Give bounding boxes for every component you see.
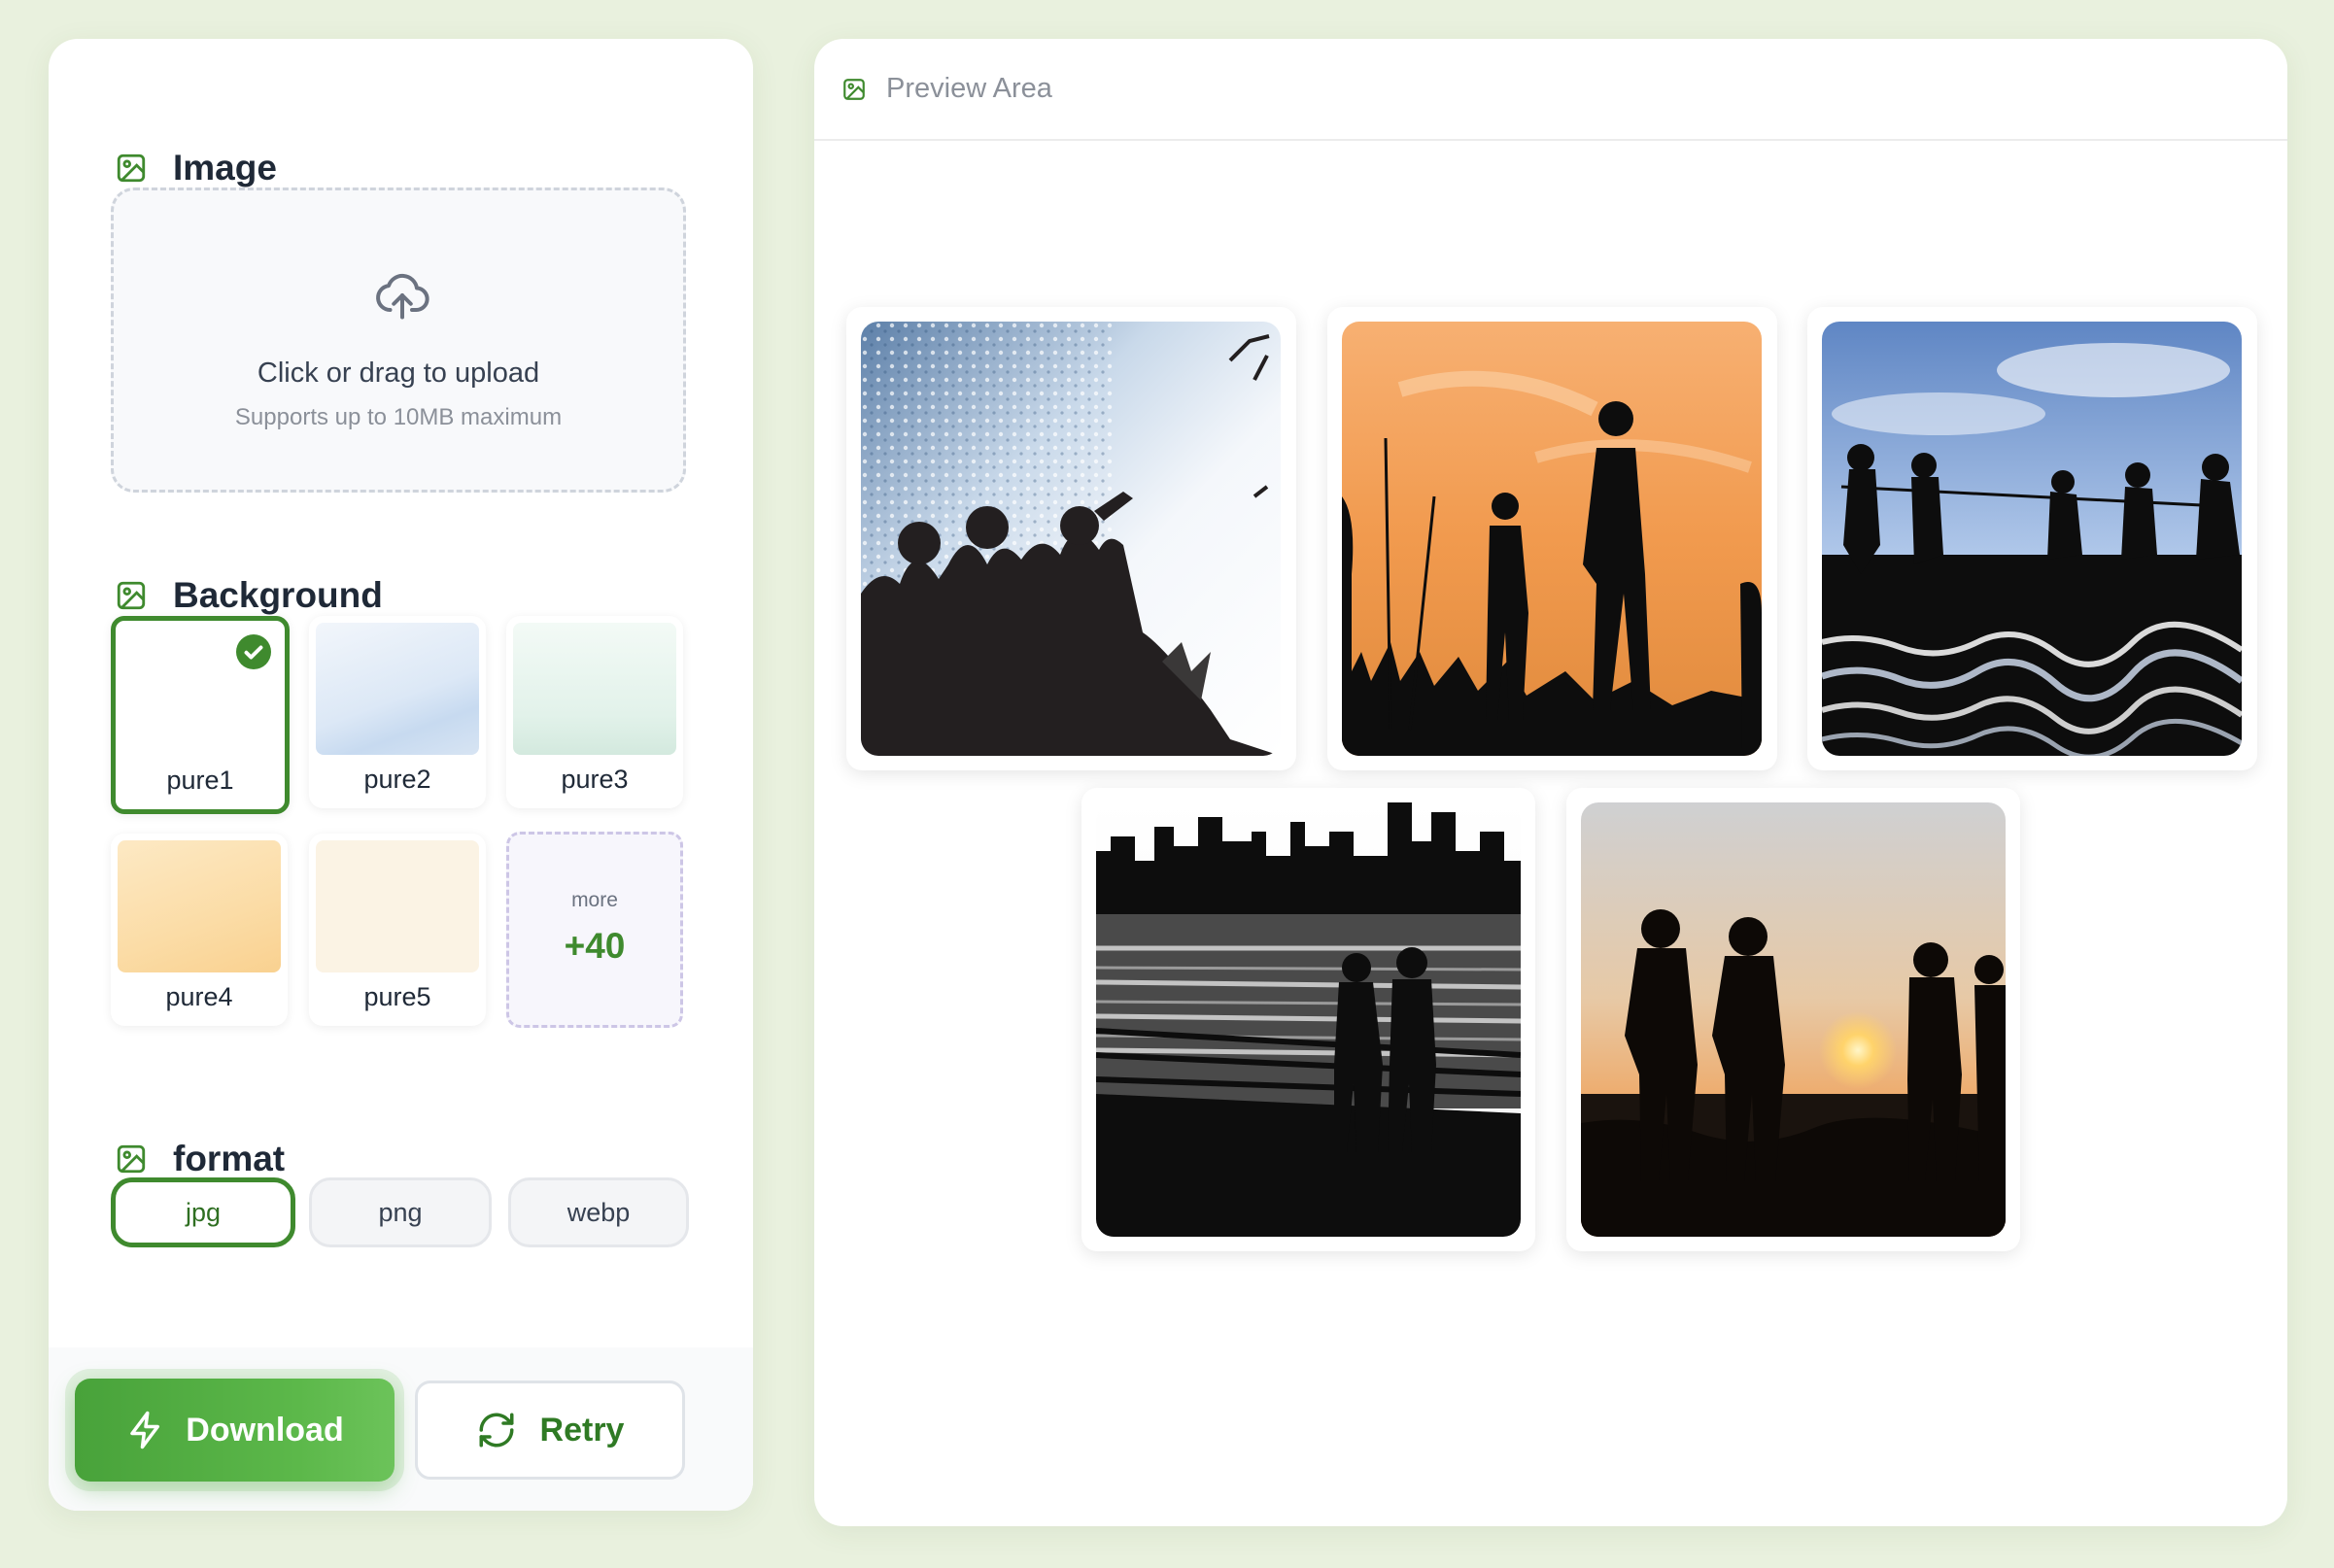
background-option-label: pure2	[363, 765, 431, 794]
download-button[interactable]: Download	[75, 1379, 395, 1482]
background-swatch	[316, 623, 479, 755]
preview-image	[1581, 802, 2006, 1237]
more-count: +40	[564, 926, 626, 966]
background-swatch	[513, 623, 676, 755]
more-label: more	[571, 889, 618, 911]
background-option-label: pure4	[165, 982, 233, 1011]
preview-image-card[interactable]	[846, 307, 1296, 770]
retry-label: Retry	[539, 1411, 625, 1449]
image-icon	[843, 78, 865, 100]
preview-image	[1822, 322, 2242, 756]
background-option-pure4[interactable]: pure4	[111, 834, 288, 1026]
check-icon	[236, 634, 271, 669]
action-bar: Download Retry	[49, 1347, 753, 1511]
format-option-png[interactable]: png	[309, 1177, 492, 1247]
background-option-pure1[interactable]: pure1	[111, 616, 290, 814]
format-option-jpg[interactable]: jpg	[111, 1177, 295, 1247]
lightning-icon	[130, 1411, 160, 1449]
format-section-header: format	[115, 1139, 285, 1179]
upload-dropzone[interactable]: Click or drag to upload Supports up to 1…	[111, 187, 686, 493]
preview-image	[861, 322, 1281, 756]
refresh-icon	[479, 1413, 514, 1448]
upload-limit: Supports up to 10MB maximum	[234, 404, 563, 430]
background-swatch	[118, 840, 281, 972]
preview-image	[1096, 802, 1521, 1237]
preview-image-card[interactable]	[1327, 307, 1777, 770]
settings-panel: Image Click or drag to upload Supports u…	[49, 39, 753, 1511]
retry-button[interactable]: Retry	[415, 1381, 685, 1480]
download-label: Download	[186, 1411, 344, 1449]
format-option-webp[interactable]: webp	[508, 1177, 689, 1247]
background-section-header: Background	[115, 575, 383, 616]
preview-image-card[interactable]	[1566, 788, 2020, 1251]
image-icon	[117, 581, 146, 610]
image-icon	[117, 1144, 146, 1174]
format-section-title: format	[173, 1139, 286, 1178]
preview-panel: Preview Area	[814, 39, 2287, 1526]
background-option-label: pure3	[561, 765, 629, 794]
preview-header: Preview Area	[814, 39, 2287, 141]
background-option-label: pure1	[166, 766, 234, 795]
background-option-pure2[interactable]: pure2	[309, 616, 486, 808]
image-section-header: Image	[115, 148, 277, 188]
preview-title: Preview Area	[886, 73, 1052, 104]
background-option-pure3[interactable]: pure3	[506, 616, 683, 808]
image-icon	[117, 153, 146, 183]
background-option-pure5[interactable]: pure5	[309, 834, 486, 1026]
upload-prompt: Click or drag to upload	[257, 358, 540, 389]
background-section-title: Background	[173, 575, 383, 615]
preview-image-card[interactable]	[1081, 788, 1535, 1251]
cloud-upload-icon	[376, 273, 429, 320]
image-section-title: Image	[173, 148, 277, 187]
background-swatch	[316, 840, 479, 972]
preview-image-card[interactable]	[1807, 307, 2257, 770]
preview-image	[1342, 322, 1762, 756]
more-backgrounds-button[interactable]: more +40	[506, 832, 683, 1028]
background-option-label: pure5	[363, 982, 431, 1011]
